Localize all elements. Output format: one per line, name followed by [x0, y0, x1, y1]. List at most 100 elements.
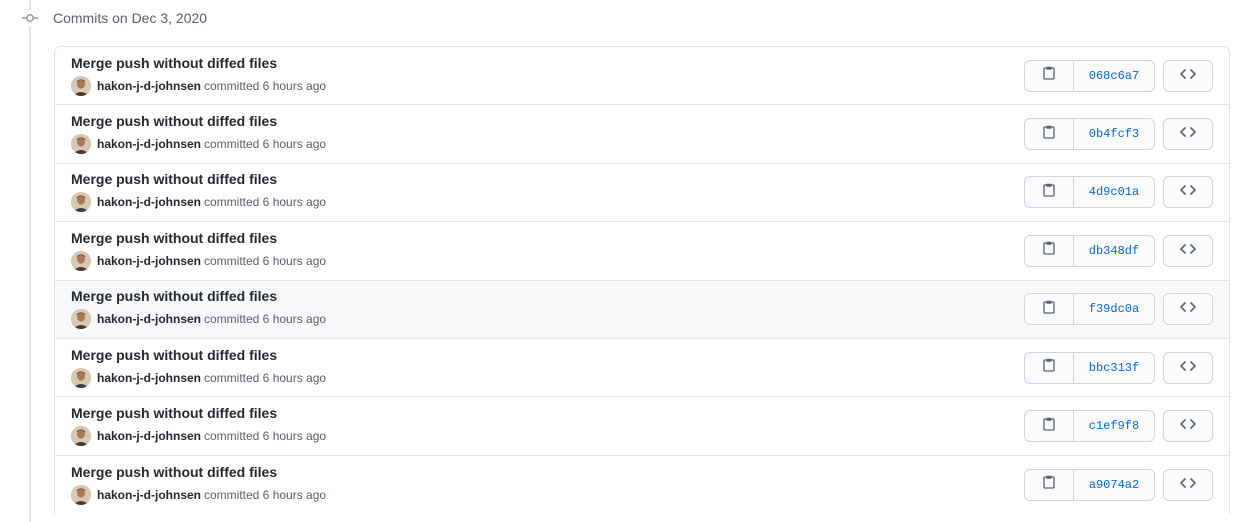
commit-sha-link[interactable]: 4d9c01a — [1074, 177, 1154, 207]
commit-row: Merge push without diffed files hakon-j-… — [55, 280, 1229, 339]
commit-sha-link[interactable]: a9074a2 — [1074, 470, 1154, 500]
commit-author-link[interactable]: hakon-j-d-johnsen — [97, 79, 201, 93]
copy-sha-button[interactable] — [1025, 119, 1074, 150]
commit-sha-link[interactable]: db348df — [1074, 236, 1154, 266]
clipboard-icon — [1043, 183, 1055, 202]
commit-info: Merge push without diffed files hakon-j-… — [71, 346, 327, 388]
sha-button-group: 068c6a7 — [1024, 59, 1155, 92]
commit-sha-link[interactable]: 068c6a7 — [1074, 61, 1154, 91]
commit-title-link[interactable]: Merge push without diffed files — [71, 346, 326, 364]
commit-time: committed 6 hours ago — [204, 253, 327, 268]
commit-title-link[interactable]: Merge push without diffed files — [71, 112, 326, 130]
commit-meta: hakon-j-d-johnsen committed 6 hours ago — [71, 134, 326, 155]
clipboard-icon — [1043, 241, 1055, 260]
commit-time: committed 6 hours ago — [204, 370, 327, 385]
clipboard-icon — [1043, 417, 1055, 436]
commit-author-link[interactable]: hakon-j-d-johnsen — [97, 371, 201, 385]
commit-info: Merge push without diffed files hakon-j-… — [71, 463, 327, 505]
commit-author-link[interactable]: hakon-j-d-johnsen — [97, 254, 201, 268]
commit-title-link[interactable]: Merge push without diffed files — [71, 287, 326, 305]
commit-actions: 0b4fcf3 — [1024, 118, 1213, 151]
commit-time: committed 6 hours ago — [204, 78, 327, 93]
commit-info: Merge push without diffed files hakon-j-… — [71, 170, 327, 213]
commit-sha-link[interactable]: c1ef9f8 — [1074, 411, 1154, 441]
commit-title-link[interactable]: Merge push without diffed files — [71, 463, 326, 481]
avatar[interactable] — [71, 309, 91, 330]
commit-author-link[interactable]: hakon-j-d-johnsen — [97, 137, 201, 151]
browse-repo-button[interactable] — [1163, 410, 1213, 443]
clipboard-icon — [1043, 300, 1055, 319]
code-icon — [1180, 417, 1196, 435]
commit-sha-link[interactable]: 0b4fcf3 — [1074, 119, 1154, 149]
avatar[interactable] — [71, 250, 91, 271]
copy-sha-button[interactable] — [1025, 177, 1074, 208]
clipboard-icon — [1043, 66, 1055, 85]
commit-time: committed 6 hours ago — [204, 429, 327, 444]
avatar[interactable] — [71, 484, 91, 505]
git-commit-icon — [20, 10, 40, 26]
commit-info: Merge push without diffed files hakon-j-… — [71, 287, 326, 330]
browse-repo-button[interactable] — [1163, 59, 1213, 92]
browse-repo-button[interactable] — [1163, 468, 1213, 501]
commit-author-link[interactable]: hakon-j-d-johnsen — [97, 195, 201, 209]
commit-meta: hakon-j-d-johnsen committed 6 hours ago — [71, 250, 327, 271]
avatar[interactable] — [71, 426, 91, 447]
code-icon — [1180, 300, 1196, 318]
commit-title-link[interactable]: Merge push without diffed files — [71, 54, 326, 72]
commit-meta: hakon-j-d-johnsen committed 6 hours ago — [71, 426, 327, 447]
copy-sha-button[interactable] — [1025, 411, 1074, 442]
commit-sha-link[interactable]: f39dc0a — [1074, 294, 1154, 324]
commit-actions: db348df — [1024, 234, 1213, 267]
commit-row: Merge push without diffed files hakon-j-… — [55, 397, 1229, 456]
commit-info: Merge push without diffed files hakon-j-… — [71, 229, 327, 271]
timeline-line — [29, 0, 31, 522]
copy-sha-button[interactable] — [1025, 469, 1074, 500]
sha-button-group: 0b4fcf3 — [1024, 118, 1155, 151]
commit-row: Merge push without diffed files hakon-j-… — [55, 339, 1229, 398]
copy-sha-button[interactable] — [1025, 235, 1074, 266]
avatar[interactable] — [71, 192, 91, 213]
commit-actions: c1ef9f8 — [1024, 410, 1213, 443]
code-icon — [1180, 183, 1196, 201]
copy-sha-button[interactable] — [1025, 60, 1074, 91]
commit-row: Merge push without diffed files hakon-j-… — [55, 164, 1229, 223]
commit-actions: a9074a2 — [1024, 468, 1213, 501]
commit-meta: hakon-j-d-johnsen committed 6 hours ago — [71, 192, 327, 213]
commit-title-link[interactable]: Merge push without diffed files — [71, 229, 326, 247]
commit-list: Merge push without diffed files hakon-j-… — [54, 46, 1230, 515]
commit-info: Merge push without diffed files hakon-j-… — [71, 54, 327, 96]
copy-sha-button[interactable] — [1025, 294, 1074, 325]
commit-author-link[interactable]: hakon-j-d-johnsen — [97, 429, 201, 443]
browse-repo-button[interactable] — [1163, 176, 1213, 209]
avatar[interactable] — [71, 75, 91, 96]
commit-author-link[interactable]: hakon-j-d-johnsen — [97, 488, 201, 502]
commit-time: committed 6 hours ago — [204, 487, 327, 502]
commit-title-link[interactable]: Merge push without diffed files — [71, 404, 326, 422]
avatar[interactable] — [71, 134, 91, 155]
sha-button-group: db348df — [1024, 234, 1155, 267]
clipboard-icon — [1043, 475, 1055, 494]
commit-info: Merge push without diffed files hakon-j-… — [71, 404, 327, 447]
commit-title-link[interactable]: Merge push without diffed files — [71, 170, 326, 188]
commit-row: Merge push without diffed files hakon-j-… — [55, 105, 1229, 164]
sha-button-group: 4d9c01a — [1024, 176, 1155, 209]
browse-repo-button[interactable] — [1163, 234, 1213, 267]
browse-repo-button[interactable] — [1163, 351, 1213, 384]
clipboard-icon — [1043, 125, 1055, 144]
commit-actions: bbc313f — [1024, 351, 1213, 384]
commit-actions: 4d9c01a — [1024, 176, 1213, 209]
clipboard-icon — [1043, 358, 1055, 377]
commit-row: Merge push without diffed files hakon-j-… — [55, 222, 1229, 281]
commit-time: committed 6 hours ago — [204, 195, 327, 210]
commit-row: Merge push without diffed files hakon-j-… — [55, 47, 1229, 106]
commit-author-link[interactable]: hakon-j-d-johnsen — [97, 312, 201, 326]
commit-info: Merge push without diffed files hakon-j-… — [71, 112, 326, 155]
commit-group-header: Commits on Dec 3, 2020 — [20, 5, 207, 31]
avatar[interactable] — [71, 367, 91, 388]
commit-sha-link[interactable]: bbc313f — [1074, 353, 1154, 383]
copy-sha-button[interactable] — [1025, 352, 1074, 383]
browse-repo-button[interactable] — [1163, 293, 1213, 326]
commit-meta: hakon-j-d-johnsen committed 6 hours ago — [71, 309, 326, 330]
browse-repo-button[interactable] — [1163, 118, 1213, 151]
code-icon — [1180, 67, 1196, 85]
